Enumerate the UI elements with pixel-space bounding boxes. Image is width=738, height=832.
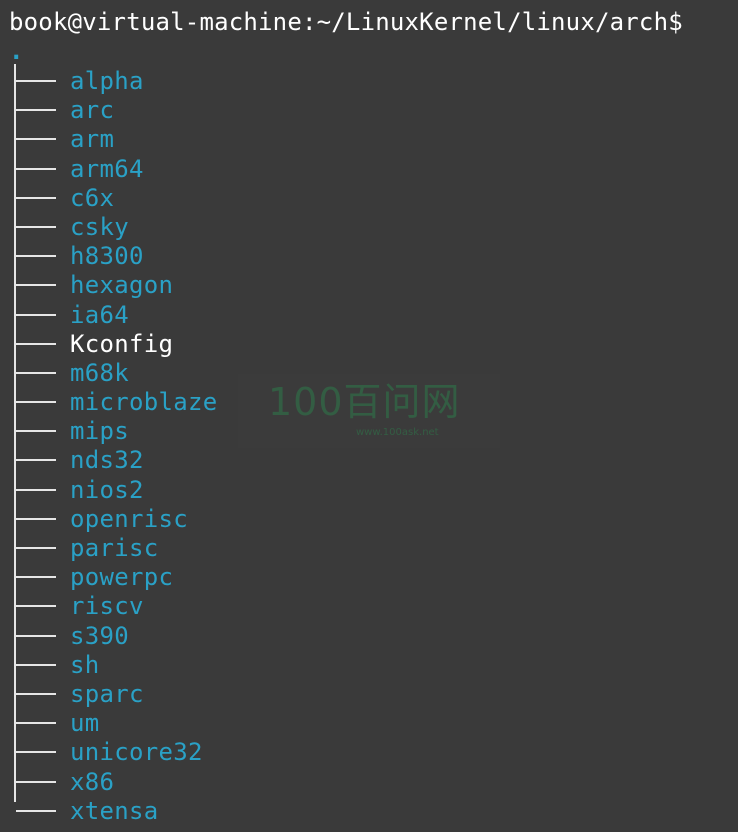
directory-name: um [70, 709, 100, 738]
tree-branch-line [16, 138, 56, 141]
tree-item: hexagon [0, 270, 738, 299]
directory-name: x86 [70, 767, 115, 796]
shell-prompt: book@virtual-machine:~/LinuxKernel/linux… [9, 8, 683, 36]
directory-name: h8300 [70, 242, 144, 271]
tree-item: h8300 [0, 241, 738, 270]
tree-item: Kconfig [0, 329, 738, 358]
tree-branch-line [16, 255, 56, 258]
directory-name: hexagon [70, 271, 174, 300]
tree-branch-line [16, 80, 56, 82]
directory-name: arm64 [70, 154, 144, 183]
tree-branch-line [16, 488, 56, 491]
tree-branch-line [16, 576, 56, 579]
tree-branch-line [16, 109, 56, 112]
tree-branch-line [16, 517, 56, 520]
directory-name: powerpc [70, 563, 174, 592]
directory-name: sh [70, 650, 100, 679]
directory-name: sparc [70, 679, 144, 708]
directory-name: nios2 [70, 475, 144, 504]
tree-branch-line [16, 722, 56, 725]
tree-branch-line [16, 196, 56, 199]
tree-branch-line [16, 313, 56, 316]
tree-item: x86 [0, 767, 738, 796]
directory-name: csky [70, 212, 129, 241]
watermark-logo: 100百问网 [268, 380, 461, 424]
directory-name: c6x [70, 183, 115, 212]
tree-branch-line [16, 547, 56, 549]
directory-name: xtensa [70, 796, 159, 825]
tree-branch-line [16, 780, 56, 783]
tree-item: sh [0, 650, 738, 679]
tree-branch-line [16, 809, 56, 812]
tree-item: arm64 [0, 154, 738, 183]
directory-name: arm [70, 125, 115, 154]
tree-branch-line [16, 371, 56, 374]
tree-item: nios2 [0, 475, 738, 504]
tree-item: powerpc [0, 562, 738, 591]
directory-name: nds32 [70, 446, 144, 475]
tree-branch-line [16, 692, 56, 695]
directory-name: openrisc [70, 504, 188, 533]
tree-branch-line [16, 401, 56, 404]
tree-branch-line [16, 167, 56, 170]
tree-item: um [0, 708, 738, 737]
directory-name: arc [70, 96, 115, 125]
directory-name: riscv [70, 592, 144, 621]
tree-item: parisc [0, 533, 738, 562]
tree-root: . [9, 37, 24, 65]
tree-branch-line [16, 284, 56, 287]
tree-branch-line [16, 459, 56, 462]
tree-item: openrisc [0, 504, 738, 533]
watermark: 100百问网 www.100ask.net [238, 374, 500, 448]
tree-item: c6x [0, 183, 738, 212]
tree-item: arm [0, 124, 738, 153]
tree-branch-line [16, 342, 56, 345]
directory-name: s390 [70, 621, 129, 650]
tree-item: unicore32 [0, 737, 738, 766]
tree-branch-line [16, 663, 56, 666]
directory-name: microblaze [70, 388, 218, 417]
directory-name: alpha [70, 67, 144, 95]
directory-name: ia64 [70, 300, 129, 329]
tree-item: riscv [0, 591, 738, 620]
file-name: Kconfig [70, 329, 174, 358]
terminal-window[interactable]: book@virtual-machine:~/LinuxKernel/linux… [0, 0, 738, 832]
tree-item: csky [0, 212, 738, 241]
tree-branch-line [16, 605, 56, 608]
tree-item: sparc [0, 679, 738, 708]
tree-branch-line [16, 634, 56, 637]
directory-name: m68k [70, 358, 129, 387]
directory-name: unicore32 [70, 738, 203, 767]
tree-item: nds32 [0, 445, 738, 474]
tree-branch-line [16, 225, 56, 228]
tree-branch-line [16, 430, 56, 433]
tree-item: s390 [0, 621, 738, 650]
directory-name: mips [70, 417, 129, 446]
tree-item: arc [0, 95, 738, 124]
tree-branch-line [16, 751, 56, 754]
tree-item: ia64 [0, 300, 738, 329]
directory-name: parisc [70, 534, 159, 562]
watermark-url: www.100ask.net [356, 427, 439, 438]
tree-item: alpha [0, 66, 738, 95]
tree-item: xtensa [0, 796, 738, 825]
